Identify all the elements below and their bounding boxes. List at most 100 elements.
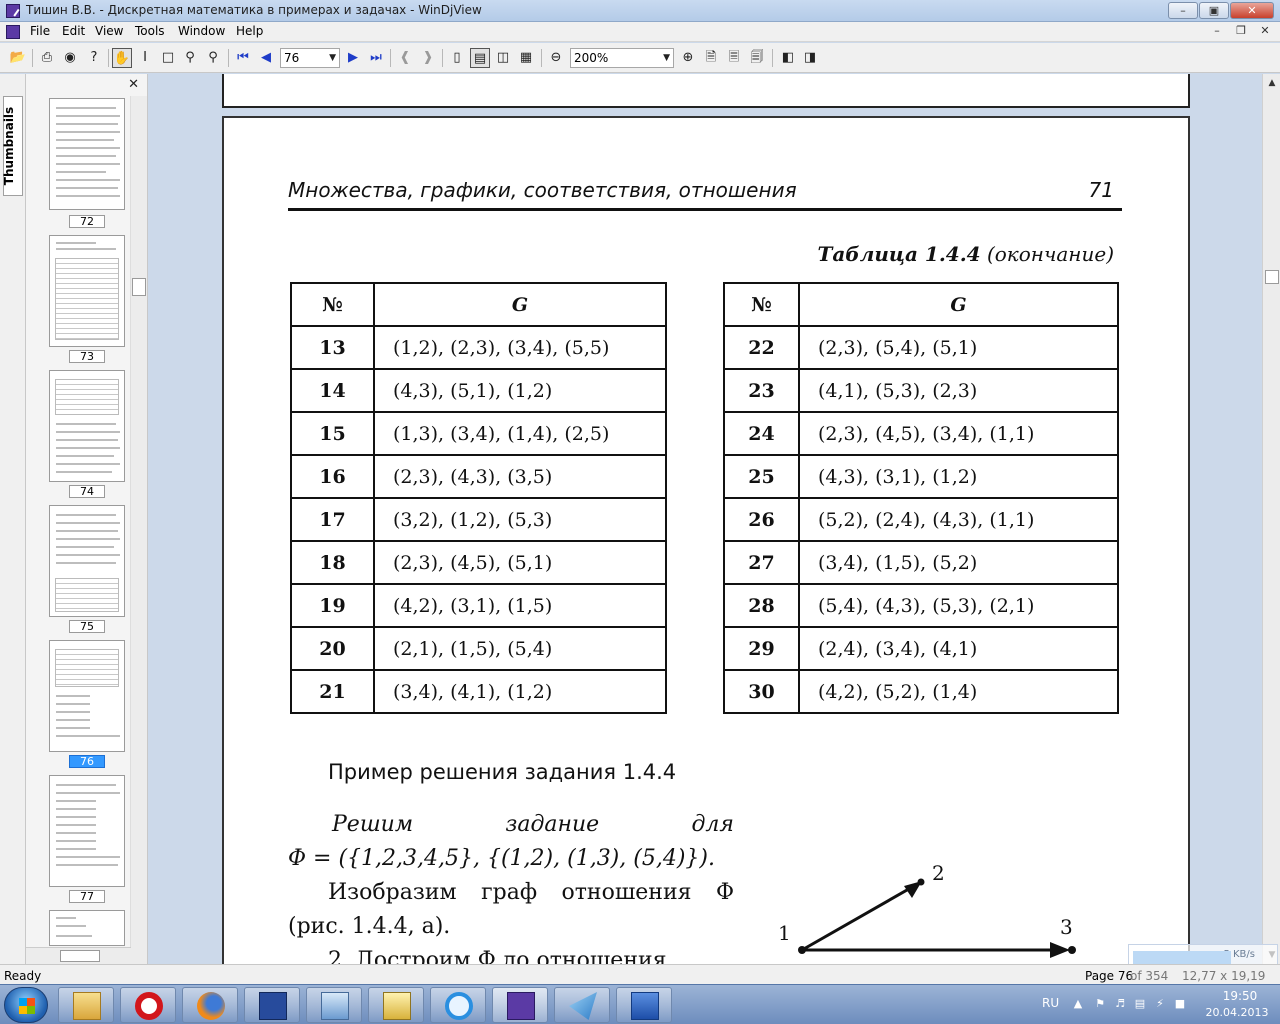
- forward-icon[interactable]: ❱: [418, 48, 438, 68]
- send-icon: [569, 992, 597, 1020]
- header-rule: [288, 208, 1122, 211]
- table-row: 21 (3,4), (4,1), (1,2): [290, 669, 667, 714]
- taskbar-firefox[interactable]: [182, 987, 238, 1023]
- row-number: 19: [290, 583, 375, 628]
- doc-minimize-button[interactable]: –: [1210, 25, 1224, 39]
- clock-date[interactable]: 20.04.2013: [1200, 1006, 1274, 1019]
- document-vertical-scrollbar[interactable]: ▲ ▼: [1262, 74, 1280, 964]
- rotate-left-icon[interactable]: ◧: [778, 48, 798, 68]
- row-pairs: (2,3), (4,5), (3,4), (1,1): [798, 411, 1119, 456]
- zoom-combo[interactable]: 200% ▼: [570, 48, 674, 68]
- thumbnail-page-73[interactable]: [49, 235, 125, 347]
- find-icon[interactable]: ◉: [60, 48, 80, 68]
- flag-icon[interactable]: ⚑: [1094, 998, 1106, 1010]
- rect-select-icon[interactable]: □: [158, 48, 178, 68]
- thumbnail-page-75[interactable]: [49, 505, 125, 617]
- zoom-rect-icon[interactable]: ⚲: [203, 48, 223, 68]
- taskbar-messenger[interactable]: [554, 987, 610, 1023]
- row-pairs: (2,3), (4,3), (3,5): [373, 454, 667, 499]
- text-select-icon[interactable]: I: [135, 48, 155, 68]
- fit-width-icon[interactable]: 🗏: [724, 48, 744, 68]
- doc-close-button[interactable]: ✕: [1258, 25, 1272, 39]
- rotate-right-icon[interactable]: ◨: [800, 48, 820, 68]
- taskbar-explorer[interactable]: [58, 987, 114, 1023]
- ie-icon: [445, 992, 473, 1020]
- paragraph-1-line-1: Решим задание для: [288, 808, 734, 842]
- menu-file[interactable]: File: [30, 24, 50, 38]
- hand-tool-icon[interactable]: ✋: [112, 48, 132, 68]
- table-row: 26 (5,2), (2,4), (4,3), (1,1): [723, 497, 1119, 542]
- vertex-label-3: 3: [1060, 915, 1073, 939]
- vertex-1: [798, 946, 806, 954]
- menu-tools[interactable]: Tools: [135, 24, 165, 38]
- language-indicator[interactable]: RU: [1042, 996, 1059, 1010]
- thumbnail-page-74[interactable]: [49, 370, 125, 482]
- thumbnails-tab[interactable]: Thumbnails: [2, 96, 23, 196]
- scroll-knob[interactable]: [1265, 270, 1279, 284]
- print-icon[interactable]: ⎙: [37, 48, 57, 68]
- taskbar-utility[interactable]: [368, 987, 424, 1023]
- show-hidden-icons-icon[interactable]: ▲: [1072, 998, 1084, 1010]
- row-number: 16: [290, 454, 375, 499]
- start-button[interactable]: [4, 987, 48, 1023]
- document-view[interactable]: Множества, графики, соответствия, отноше…: [148, 74, 1262, 964]
- page-number: 71: [1088, 178, 1114, 202]
- safely-remove-icon[interactable]: ■: [1174, 998, 1186, 1010]
- row-number: 21: [290, 669, 375, 714]
- table-row: 27 (3,4), (1,5), (5,2): [723, 540, 1119, 585]
- page-number-combo[interactable]: 76 ▼: [280, 48, 340, 68]
- taskbar-opera[interactable]: [120, 987, 176, 1023]
- thumbnail-page-72[interactable]: [49, 98, 125, 210]
- actual-size-icon[interactable]: 🗐: [747, 48, 767, 68]
- thumbnails-horizontal-scrollbar[interactable]: [26, 947, 131, 964]
- thumbnail-page-78[interactable]: [49, 910, 125, 946]
- row-number: 14: [290, 368, 375, 413]
- last-page-icon[interactable]: ⏭: [366, 48, 386, 68]
- prev-page-icon[interactable]: ◀: [256, 48, 276, 68]
- thumbnail-page-77[interactable]: [49, 775, 125, 887]
- menu-help[interactable]: Help: [236, 24, 263, 38]
- menu-edit[interactable]: Edit: [62, 24, 85, 38]
- clock-time[interactable]: 19:50: [1212, 989, 1268, 1003]
- row-pairs: (5,4), (4,3), (5,3), (2,1): [798, 583, 1119, 628]
- fit-page-icon[interactable]: 🗎: [701, 48, 721, 68]
- windjview-app-icon[interactable]: [6, 4, 20, 18]
- menu-view[interactable]: View: [95, 24, 123, 38]
- next-page-icon[interactable]: ▶: [343, 48, 363, 68]
- taskbar-word[interactable]: [616, 987, 672, 1023]
- menu-window[interactable]: Window: [178, 24, 225, 38]
- zoom-in-icon[interactable]: ⊕: [678, 48, 698, 68]
- taskbar-windjview[interactable]: [492, 987, 548, 1023]
- back-icon[interactable]: ❰: [395, 48, 415, 68]
- paragraph-1-line-2: Φ = ({1,2,3,4,5}, {(1,2), (1,3), (5,4)})…: [288, 846, 715, 871]
- document-icon[interactable]: [6, 25, 20, 39]
- taskbar-save[interactable]: [244, 987, 300, 1023]
- open-folder-icon[interactable]: 📂: [8, 48, 28, 68]
- close-panel-icon[interactable]: ✕: [128, 77, 139, 92]
- single-page-icon[interactable]: ▯: [447, 48, 467, 68]
- doc-restore-button[interactable]: ❐: [1234, 25, 1248, 39]
- previous-page-bottom: [222, 74, 1190, 108]
- taskbar-control-panel[interactable]: [306, 987, 362, 1023]
- table-row: 23 (4,1), (5,3), (2,3): [723, 368, 1119, 413]
- minimize-button[interactable]: –: [1168, 2, 1198, 19]
- network-icon[interactable]: ▤: [1134, 998, 1146, 1010]
- zoom-tool-icon[interactable]: ⚲: [180, 48, 200, 68]
- taskbar-ie[interactable]: [430, 987, 486, 1023]
- volume-icon[interactable]: ♬: [1114, 998, 1126, 1010]
- scroll-up-icon[interactable]: ▲: [1265, 76, 1279, 90]
- maximize-button[interactable]: ▣: [1199, 2, 1229, 19]
- help-icon[interactable]: ?: [84, 48, 104, 68]
- continuous-facing-icon[interactable]: ▦: [516, 48, 536, 68]
- thumbnail-page-76[interactable]: [49, 640, 125, 752]
- close-button[interactable]: ✕: [1230, 2, 1274, 19]
- zoom-out-icon[interactable]: ⊖: [546, 48, 566, 68]
- thumbnails-vertical-scrollbar[interactable]: [130, 96, 147, 964]
- power-icon[interactable]: ⚡: [1154, 998, 1166, 1010]
- vertex-2: [917, 878, 925, 886]
- facing-pages-icon[interactable]: ◫: [493, 48, 513, 68]
- folder-icon: [73, 992, 101, 1020]
- para1-word-b: задание: [505, 812, 600, 837]
- first-page-icon[interactable]: ⏮: [233, 48, 253, 68]
- continuous-page-icon[interactable]: ▤: [470, 48, 490, 68]
